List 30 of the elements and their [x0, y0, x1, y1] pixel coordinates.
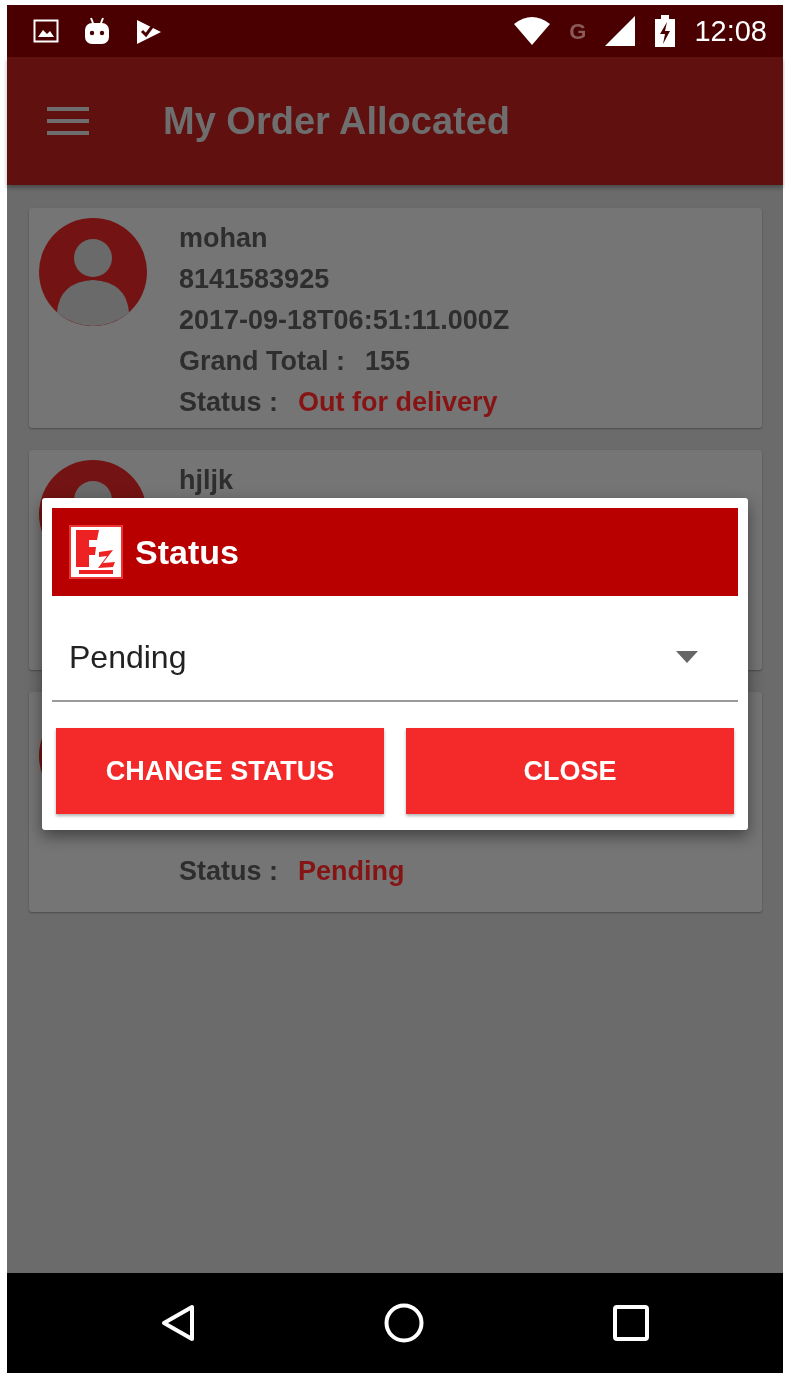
- network-type: G: [569, 18, 587, 45]
- clock-time: 12:08: [694, 14, 767, 48]
- logo-icon: [69, 525, 123, 579]
- status-label: Status :: [179, 855, 278, 888]
- status-value: Out for delivery: [298, 386, 498, 419]
- status-value: Pending: [298, 855, 405, 888]
- total-value: 155: [365, 345, 411, 378]
- menu-icon[interactable]: [47, 106, 89, 136]
- battery-charging-icon: [654, 15, 677, 47]
- change-status-button[interactable]: CHANGE STATUS: [56, 728, 384, 814]
- customer-name: hjljk: [179, 464, 233, 497]
- recent-apps-icon[interactable]: [612, 1305, 649, 1341]
- customer-name: mohan: [179, 222, 269, 255]
- total-label: Grand Total :: [179, 345, 345, 378]
- signal-icon: [604, 15, 637, 47]
- robot-icon: [83, 16, 111, 46]
- app-title: My Order Allocated: [163, 99, 510, 143]
- status-label: Status :: [179, 386, 278, 419]
- phone-number: 8141583925: [179, 263, 331, 296]
- order-card[interactable]: mohan 8141583925 2017-09-18T06:51:11.000Z Grand Total : 155 Status : Out for delivery: [29, 208, 762, 428]
- dropdown-caret-icon: [676, 651, 698, 663]
- status-dropdown[interactable]: Pending: [52, 596, 738, 702]
- image-icon: [33, 19, 59, 43]
- back-icon[interactable]: [161, 1304, 196, 1342]
- close-button[interactable]: CLOSE: [406, 728, 734, 814]
- avatar-silhouette-icon: [39, 218, 147, 326]
- wifi-icon: [513, 16, 552, 46]
- order-date: 2017-09-18T06:51:11.000Z: [179, 304, 510, 337]
- home-icon[interactable]: [384, 1303, 424, 1343]
- dialog-title: Status: [135, 532, 239, 572]
